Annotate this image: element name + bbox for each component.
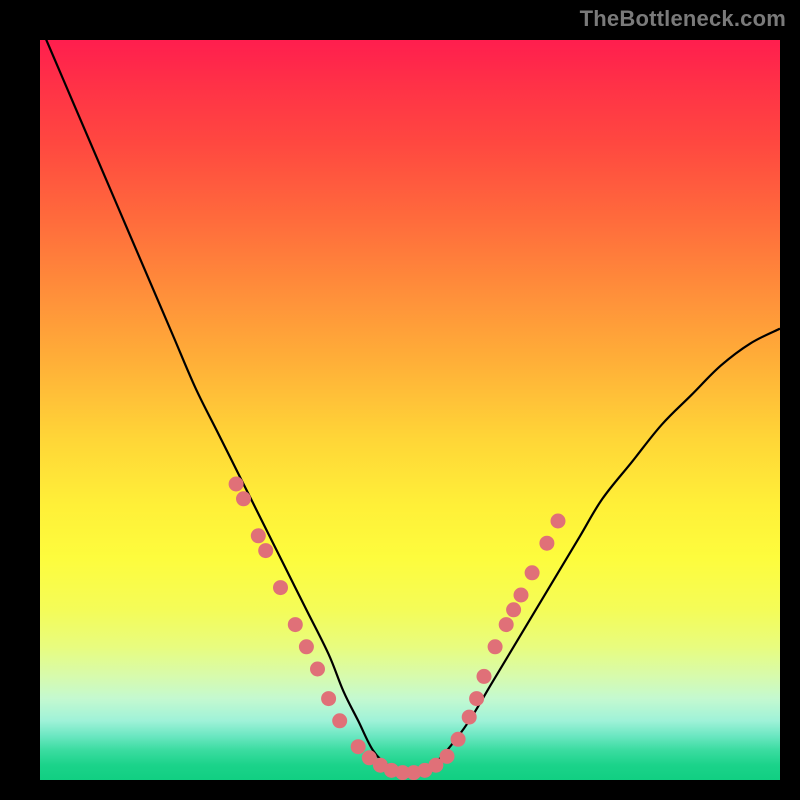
curve-marker (451, 732, 465, 746)
curve-marker (477, 669, 491, 683)
curve-marker (251, 529, 265, 543)
curve-marker (322, 692, 336, 706)
curve-marker (288, 618, 302, 632)
curve-marker (237, 492, 251, 506)
curve-marker (229, 477, 243, 491)
curve-marker (299, 640, 313, 654)
curve-marker (525, 566, 539, 580)
curve-marker (507, 603, 521, 617)
curve-marker (470, 692, 484, 706)
curve-marker (488, 640, 502, 654)
curve-layer (40, 40, 780, 780)
curve-marker (551, 514, 565, 528)
curve-markers (229, 477, 565, 780)
curve-marker (333, 714, 347, 728)
curve-marker (540, 536, 554, 550)
curve-marker (514, 588, 528, 602)
bottleneck-chart: TheBottleneck.com (0, 0, 800, 800)
plot-area (40, 40, 780, 780)
curve-marker (462, 710, 476, 724)
curve-marker (499, 618, 513, 632)
watermark-text: TheBottleneck.com (580, 6, 786, 32)
curve-marker (440, 749, 454, 763)
curve-marker (351, 740, 365, 754)
bottleneck-curve (40, 40, 780, 774)
curve-marker (274, 581, 288, 595)
curve-marker (311, 662, 325, 676)
curve-marker (259, 544, 273, 558)
